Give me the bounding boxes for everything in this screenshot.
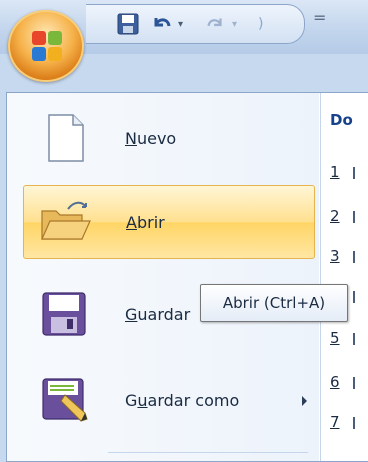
qat-end-cap: ) (258, 16, 264, 32)
open-folder-icon (41, 201, 91, 240)
menu-commands-pane: Nuevo Abrir Guardar Guardar como (7, 93, 319, 461)
customize-qat-button[interactable]: = (313, 8, 326, 27)
menu-item-label: Guardar (125, 304, 191, 324)
recent-documents-pane: Do 1 2 3 4 5 6 7 (320, 93, 368, 461)
redo-dropdown-icon[interactable]: ▾ (232, 11, 237, 37)
recent-item-number[interactable]: 6 (330, 373, 340, 391)
recent-item-truncated-text (353, 417, 355, 429)
save-icon (117, 13, 139, 35)
menu-item-label: Nuevo (125, 128, 177, 148)
qat-undo-button[interactable] (150, 11, 174, 37)
menu-item-label: Abrir (126, 212, 165, 232)
qat-save-button[interactable] (116, 11, 140, 37)
menu-item-abrir[interactable]: Abrir (23, 185, 315, 259)
menu-divider (108, 452, 308, 453)
undo-dropdown-icon[interactable]: ▾ (178, 11, 183, 37)
office-button[interactable] (8, 10, 84, 82)
qat-redo-button[interactable] (204, 11, 226, 37)
submenu-arrow-icon (302, 396, 307, 406)
save-as-icon (42, 378, 88, 422)
menu-item-nuevo[interactable]: Nuevo (23, 101, 315, 175)
save-icon (42, 292, 86, 336)
undo-icon (154, 18, 171, 27)
recent-item-truncated-text (353, 251, 355, 263)
office-menu: Nuevo Abrir Guardar Guardar como Do 1 2 … (6, 92, 368, 462)
recent-item-number[interactable]: 3 (330, 247, 340, 265)
recent-documents-header: Do (330, 111, 353, 129)
menu-item-label: Guardar como (125, 390, 240, 410)
quick-access-toolbar: ▾ ▾ ) (86, 4, 305, 44)
recent-item-truncated-text (353, 167, 355, 179)
recent-item-number[interactable]: 1 (330, 163, 340, 181)
menu-item-guardar-como[interactable]: Guardar como (23, 363, 315, 437)
tooltip: Abrir (Ctrl+A) (200, 284, 348, 322)
recent-item-number[interactable]: 5 (330, 329, 340, 347)
office-logo-icon (32, 31, 62, 61)
recent-item-truncated-text (353, 291, 355, 303)
recent-item-truncated-text (353, 377, 355, 389)
recent-item-number[interactable]: 2 (330, 207, 340, 225)
recent-item-truncated-text (353, 211, 355, 223)
recent-item-truncated-text (353, 333, 355, 345)
redo-icon (207, 18, 222, 27)
recent-item-number[interactable]: 7 (330, 413, 340, 431)
new-document-icon (48, 114, 84, 162)
